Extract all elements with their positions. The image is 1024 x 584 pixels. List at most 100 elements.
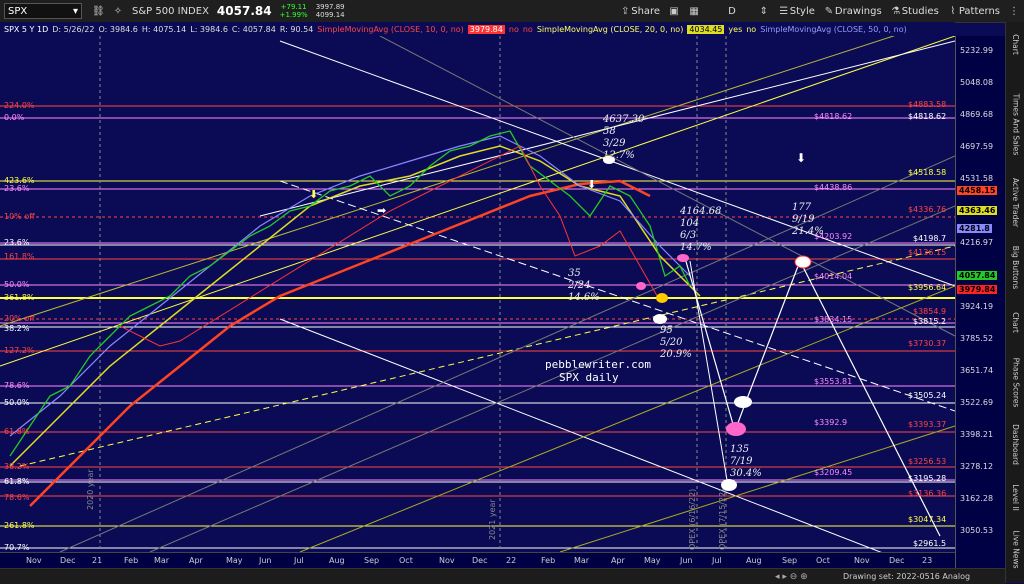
sidebar-tab[interactable]: Dashboard — [1006, 422, 1024, 467]
sidebar-tab[interactable]: Chart — [1006, 302, 1024, 342]
fib-left-label: 23.6% — [4, 238, 30, 247]
favorite-icon[interactable]: ✧ — [108, 0, 128, 22]
price-tick: 4216.97 — [960, 238, 994, 247]
time-tick: Mar — [574, 556, 590, 565]
level-price-label: $3815.2 — [913, 317, 947, 326]
level-price-label: $4136.15 — [908, 248, 947, 257]
time-tick: Feb — [541, 556, 556, 565]
status-bar: Drawing set: 2022-0516 Analog ◂ ▸ ⊖ ⊕ — [0, 568, 1005, 584]
range-info: R: 90.54 — [279, 24, 314, 34]
fib-left-label: 78.6% — [4, 493, 30, 502]
time-tick: Sep — [782, 556, 798, 565]
annotation-top: 4637.30 58 3/29 12.7% — [603, 114, 645, 161]
pattern-icon: ⌇ — [950, 5, 956, 17]
price-tick: 3522.69 — [960, 398, 994, 407]
high-info: H: 4075.14 — [141, 24, 187, 34]
screenshot-button[interactable]: ▣ — [664, 0, 684, 22]
sidebar-tab[interactable]: Times And Sales — [1006, 87, 1024, 162]
camera-icon: ▣ — [669, 5, 679, 17]
fib-left-label: 38.2% — [4, 462, 30, 471]
index-name: S&P 500 INDEX — [132, 5, 209, 17]
sidebar-tab[interactable]: Active Trader — [1006, 172, 1024, 232]
time-tick: Dec — [60, 556, 76, 565]
sma50-label[interactable]: SimpleMovingAvg (CLOSE, 50, 0, no) — [760, 25, 907, 34]
price-badge: 4057.84 — [957, 271, 998, 280]
symbol-text: SPX — [8, 5, 28, 17]
svg-text:➡: ➡ — [377, 204, 386, 217]
price-axis[interactable]: 5232.995048.084869.684697.594531.584371.… — [955, 36, 1006, 568]
fib-left-label: 0.0% — [4, 113, 25, 122]
studies-button[interactable]: ⚗ Studies — [886, 0, 943, 22]
fib-left-label: 61.8% — [4, 477, 30, 486]
sma10-value: 3979.84 — [467, 24, 505, 34]
time-tick: Jun — [259, 556, 272, 565]
flask-icon: ⚗ — [891, 5, 901, 17]
time-tick: Nov — [854, 556, 870, 565]
grid-button[interactable]: ▦ — [684, 0, 704, 22]
share-icon: ⇪ — [621, 5, 630, 17]
sma10-label[interactable]: SimpleMovingAvg (CLOSE, 10, 0, no) — [317, 25, 464, 34]
time-tick: Aug — [329, 556, 345, 565]
level-price-label: $2961.5 — [913, 539, 947, 548]
svg-text:⬇: ⬇ — [587, 178, 596, 191]
grid-icon: ▦ — [689, 5, 699, 17]
sma10-flag1: no — [508, 24, 519, 34]
level-price-label: $3505.24 — [908, 391, 947, 400]
annotation-jun: 4164.68 104 6/3 14.7% — [680, 206, 722, 253]
sidebar-tab[interactable]: Phase Scores — [1006, 352, 1024, 412]
annotation-sep: 177 9/19 21.4% — [792, 202, 824, 237]
price-tick: 3924.19 — [960, 302, 994, 311]
fib-left-label: 50.0% — [4, 280, 30, 289]
scroll-controls[interactable]: ◂ ▸ ⊖ ⊕ — [775, 572, 808, 582]
sma20-label[interactable]: SimpleMovingAvg (CLOSE, 20, 0, no) — [537, 25, 684, 34]
chevron-down-icon[interactable]: ▾ — [73, 6, 78, 17]
fib-left-label: 23.6% — [4, 184, 30, 193]
sidebar-tab-label: Level II — [1011, 483, 1021, 511]
level-price-label: $3047.34 — [908, 515, 947, 524]
annotation-jul: 135 7/19 30.4% — [730, 444, 762, 479]
crosshair-button[interactable]: ⇕ — [754, 0, 774, 22]
sidebar-tab[interactable]: Big Buttons — [1006, 242, 1024, 292]
sidebar-tab[interactable]: Level II — [1006, 477, 1024, 517]
sidebar-tab-label: Chart — [1011, 311, 1020, 333]
share-button[interactable]: ⇪ Share — [615, 0, 664, 22]
time-tick: Oct — [399, 556, 413, 565]
level-price-label: $4518.58 — [908, 168, 947, 177]
symbol-selector[interactable]: SPX ▾ — [4, 3, 82, 19]
fib-left-label: 361.8% — [4, 293, 35, 302]
level-price-label: $3392.9 — [814, 418, 848, 427]
sma20-flag2: no — [746, 24, 757, 34]
time-tick: Nov — [439, 556, 455, 565]
level-price-label: $3834.15 — [814, 315, 853, 324]
price-change: +79.11 — [280, 3, 307, 11]
patterns-button[interactable]: ⌇ Patterns — [943, 0, 1004, 22]
close-info: C: 4057.84 — [231, 24, 276, 34]
level-price-label: $3553.81 — [814, 377, 853, 386]
price-badge: 4281.8 — [957, 224, 992, 233]
sidebar-tab[interactable]: Chart — [1006, 27, 1024, 62]
time-tick: Aug — [746, 556, 762, 565]
time-tick: Feb — [124, 556, 139, 565]
level-price-label: $4818.62 — [814, 112, 853, 121]
price-tick: 4869.68 — [960, 110, 994, 119]
cursor-icon: ⇕ — [759, 5, 768, 17]
level-price-label: $4198.7 — [913, 234, 947, 243]
study-info-bar: SPX 5 Y 1D D: 5/26/22 O: 3984.6 H: 4075.… — [0, 22, 955, 36]
link-icon[interactable]: ⛓ — [88, 0, 108, 22]
price-change-pct: +1.99% — [279, 11, 308, 19]
toolbar: SPX ▾ ⛓ ✧ S&P 500 INDEX 4057.84 +79.11 +… — [0, 0, 1024, 23]
sidebar-tab[interactable]: Live News — [1006, 527, 1024, 572]
more-menu-button[interactable]: ⋮ — [1004, 0, 1024, 22]
price-badge: 3979.84 — [957, 285, 998, 294]
year-2020-label: 2020 year — [86, 469, 95, 510]
annotation-feb: 35 2/24 14.6% — [568, 268, 600, 303]
range-high: 3997.89 — [315, 3, 345, 11]
level-price-label: $3209.45 — [814, 468, 853, 477]
interval-selector[interactable]: D — [724, 0, 740, 22]
time-axis[interactable]: Nov Dec 21 Feb Mar Apr May Jun Jul Aug Sep Oct Nov De… — [0, 552, 955, 569]
price-tick: 3651.74 — [960, 366, 994, 375]
fib-left-label: 70.7% — [4, 543, 30, 552]
svg-text:⬇: ⬇ — [309, 188, 318, 201]
style-button[interactable]: ☰ Style — [774, 0, 819, 22]
drawings-button[interactable]: ✎ Drawings — [819, 0, 886, 22]
